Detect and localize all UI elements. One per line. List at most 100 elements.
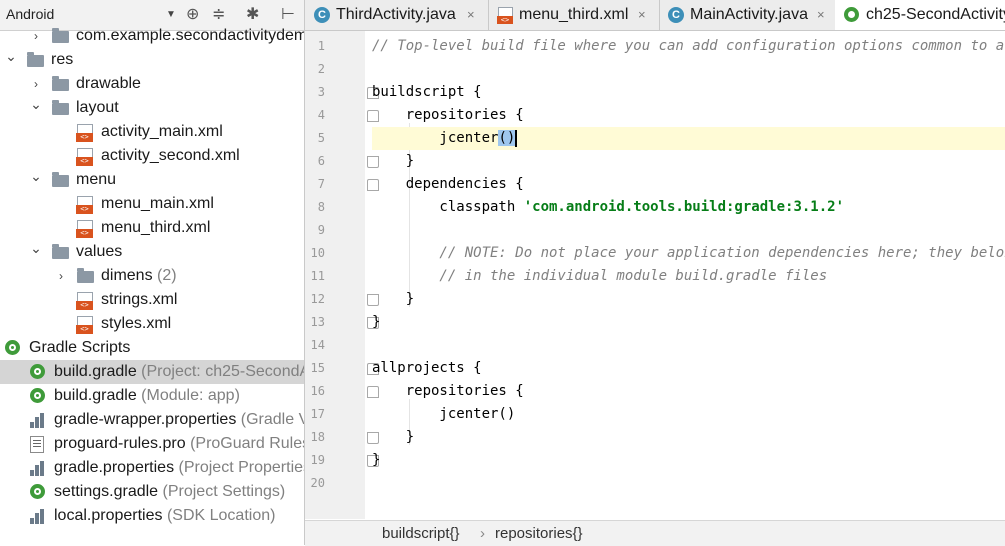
xml-file-icon [497, 7, 513, 24]
line-number: 14 [310, 338, 325, 352]
tree-item-label: gradle-wrapper.properties (Gradle Versio… [54, 410, 304, 430]
line-number: 10 [310, 246, 325, 260]
editor-tab-2[interactable]: menu_third.xml × [488, 0, 660, 30]
tree-item-label: activity_second.xml [101, 147, 240, 164]
project-view-selector[interactable]: Android [6, 6, 54, 22]
collapse-arrow-icon[interactable]: ⌄ [29, 239, 43, 257]
properties-icon [30, 460, 46, 476]
tree-item-hint: (SDK Location) [162, 507, 276, 524]
line-number: 12 [310, 292, 325, 306]
code-line: buildscript { [372, 84, 482, 100]
project-panel: Android ▼ ⊕ ≑ ✱ ⊢ › com.example.secondact… [0, 0, 305, 545]
tree-item-gradle_wrapper[interactable]: gradle-wrapper.properties (Gradle Versio… [0, 408, 304, 432]
close-tab-icon[interactable]: × [638, 7, 646, 22]
code-editor[interactable]: // Top-level build file where you can ad… [372, 31, 1005, 519]
folder-icon [52, 100, 69, 115]
line-number: 3 [317, 85, 325, 99]
tree-item-hint: (Project Properties) [174, 459, 305, 476]
xml-file-icon [76, 124, 93, 142]
tree-item-menu_third[interactable]: menu_third.xml [0, 216, 304, 240]
tree-item-label: menu [76, 171, 117, 188]
tree-item-label: dimens (2) [101, 267, 177, 284]
close-tab-icon[interactable]: × [467, 7, 475, 22]
proguard-file-icon [30, 436, 44, 453]
collapse-all-icon[interactable]: ≑ [212, 5, 225, 25]
editor-tab-1[interactable]: ThirdActivity.java × [305, 0, 489, 30]
tree-item-build_project[interactable]: build.gradle (Project: ch25-SecondActivi… [0, 360, 304, 384]
tree-item-gradle_scripts[interactable]: ⌄Gradle Scripts [0, 336, 304, 360]
code-line: // in the individual module build.gradle… [372, 268, 828, 284]
tree-item-gradle_props[interactable]: gradle.properties (Project Properties) [0, 456, 304, 480]
tree-item-menu_main[interactable]: menu_main.xml [0, 192, 304, 216]
line-number: 17 [310, 407, 325, 421]
tree-item-menu[interactable]: ⌄ menu [0, 168, 304, 192]
line-number: 4 [317, 108, 325, 122]
folder-icon [52, 76, 69, 91]
tree-item-label: build.gradle (Project: ch25-SecondActivi… [54, 362, 304, 382]
tab-label: ch25-SecondActivity [866, 6, 1005, 23]
tree-item-local[interactable]: local.properties (SDK Location) [0, 504, 304, 528]
collapse-arrow-icon[interactable]: ⌄ [29, 95, 43, 113]
gear-icon[interactable]: ✱ [246, 5, 259, 25]
editor-tab-4[interactable]: ch25-SecondActivity [835, 0, 1005, 30]
tree-item-label: menu_main.xml [101, 195, 214, 212]
folder-icon [27, 52, 44, 67]
line-number: 16 [310, 384, 325, 398]
expand-arrow-icon[interactable]: › [29, 75, 43, 93]
tree-item-hint: (Module: app) [136, 387, 240, 404]
code-line: } [372, 429, 415, 445]
view-dropdown-icon[interactable]: ▼ [166, 9, 176, 20]
tree-item-label: gradle.properties (Project Properties) [54, 458, 305, 478]
editor-tab-3[interactable]: MainActivity.java × [659, 0, 836, 30]
code-line: // NOTE: Do not place your application d… [372, 245, 1005, 261]
close-tab-icon[interactable]: × [817, 7, 825, 22]
line-number: 19 [310, 453, 325, 467]
tree-item-build_module[interactable]: build.gradle (Module: app) [0, 384, 304, 408]
tree-item-hint: (ProGuard Rules for app) [190, 435, 304, 452]
tree-item-label: styles.xml [101, 315, 172, 332]
collapse-arrow-icon[interactable]: ⌄ [4, 47, 18, 65]
tree-item-values[interactable]: ⌄ values [0, 240, 304, 264]
line-number: 20 [310, 476, 325, 490]
folder-icon [52, 28, 69, 43]
breadcrumb-item-buildscript[interactable]: buildscript{} [382, 525, 460, 542]
tree-item-res[interactable]: ⌄ res [0, 48, 304, 72]
java-class-icon [314, 7, 330, 23]
gradle-icon [30, 388, 45, 403]
tree-item-dimens[interactable]: › dimens (2) [0, 264, 304, 288]
gradle-icon [844, 7, 859, 22]
tab-label: menu_third.xml [519, 6, 629, 23]
tree-item-label: values [76, 243, 123, 260]
code-line: repositories { [372, 383, 524, 399]
tree-item-styles[interactable]: styles.xml [0, 312, 304, 336]
scroll-from-source-icon[interactable]: ⊕ [186, 5, 199, 25]
tree-item-strings[interactable]: strings.xml [0, 288, 304, 312]
breadcrumb-item-repositories[interactable]: repositories{} [495, 525, 583, 542]
java-class-icon [668, 7, 684, 23]
code-line: } [372, 153, 415, 169]
tree-item-hint: (Project Settings) [158, 483, 286, 500]
xml-file-icon [76, 148, 93, 166]
line-number-gutter: 1 2 3 4 5 6 7 8 9 10 11 12 13 14 15 16 17 18 19 20 [305, 31, 379, 519]
gradle-icon [30, 484, 45, 499]
tree-item-proguard[interactable]: proguard-rules.pro (ProGuard Rules for a… [0, 432, 304, 456]
expand-arrow-icon[interactable]: › [29, 27, 43, 45]
xml-file-icon [76, 196, 93, 214]
tree-item-activity_main[interactable]: activity_main.xml [0, 120, 304, 144]
code-line: dependencies { [372, 176, 524, 192]
hide-panel-icon[interactable]: ⊢ [281, 5, 295, 25]
line-number: 18 [310, 430, 325, 444]
tree-item-drawable[interactable]: › drawable [0, 72, 304, 96]
line-number: 5 [317, 131, 325, 145]
tree-item-settings[interactable]: settings.gradle (Project Settings) [0, 480, 304, 504]
tree-item-layout[interactable]: ⌄ layout [0, 96, 304, 120]
collapse-arrow-icon[interactable]: ⌄ [29, 167, 43, 185]
expand-arrow-icon[interactable]: › [54, 267, 68, 285]
tree-item-activity_second[interactable]: activity_second.xml [0, 144, 304, 168]
tree-item-label: Gradle Scripts [29, 339, 131, 356]
tree-item-pkg[interactable]: › com.example.secondactivitydemo [0, 24, 304, 48]
properties-icon [30, 412, 46, 428]
tree-item-label: build.gradle (Module: app) [54, 387, 240, 404]
xml-file-icon [76, 316, 93, 334]
